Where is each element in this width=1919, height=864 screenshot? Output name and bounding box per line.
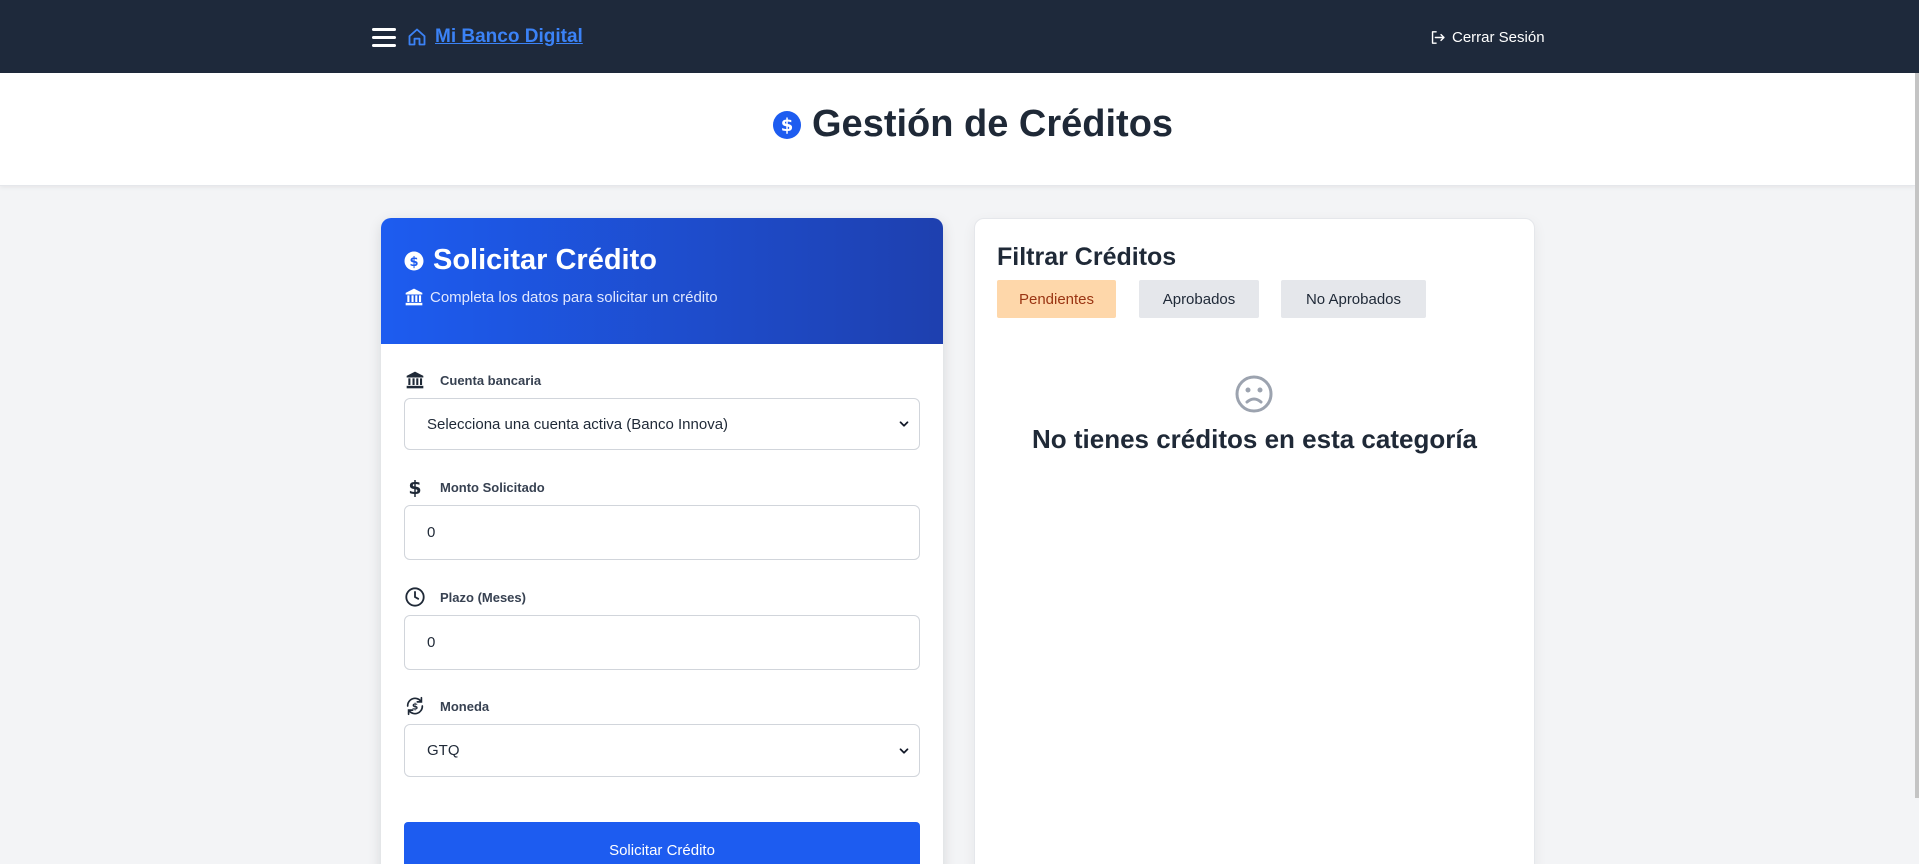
account-label: Cuenta bancaria xyxy=(404,369,541,391)
request-credit-card: $ Solicitar Crédito Completa los datos p… xyxy=(381,218,943,864)
amount-label: $ Monto Solicitado xyxy=(404,476,544,498)
svg-text:$: $ xyxy=(409,255,418,270)
clock-icon xyxy=(404,586,426,608)
sad-face-icon xyxy=(1235,375,1273,413)
term-input-value: 0 xyxy=(427,634,436,651)
home-icon xyxy=(408,28,426,46)
dollar-circle-icon: $ xyxy=(773,110,801,139)
tab-pendientes[interactable]: Pendientes xyxy=(997,280,1116,318)
logout-icon xyxy=(1431,31,1445,44)
tab-aprobados[interactable]: Aprobados xyxy=(1139,280,1259,318)
tab-no-aprobados[interactable]: No Aprobados xyxy=(1281,280,1426,318)
chevron-down-icon xyxy=(899,747,909,754)
amount-input-value: 0 xyxy=(427,524,436,541)
empty-message: No tienes créditos en esta categoría xyxy=(1031,424,1478,454)
term-input[interactable]: 0 xyxy=(404,615,920,670)
dollar-circle-icon: $ xyxy=(404,251,424,270)
request-card-subtitle: Completa los datos para solicitar un cré… xyxy=(404,287,920,307)
logout-button[interactable]: Cerrar Sesión xyxy=(1429,29,1545,46)
bank-icon xyxy=(405,288,423,306)
svg-text:$: $ xyxy=(412,702,418,713)
top-navbar: Mi Banco Digital Cerrar Sesión xyxy=(0,0,1919,73)
menu-icon[interactable] xyxy=(372,28,396,48)
filter-credits-card: Filtrar Créditos Pendientes Aprobados No… xyxy=(974,218,1535,864)
currency-select-value: GTQ xyxy=(427,742,460,759)
page-title-text: Gestión de Créditos xyxy=(812,103,1174,145)
logout-label: Cerrar Sesión xyxy=(1452,29,1545,46)
amount-input[interactable]: 0 xyxy=(404,505,920,560)
currency-label: $ Moneda xyxy=(404,695,489,717)
currency-exchange-icon: $ xyxy=(404,695,426,717)
brand-link[interactable]: Mi Banco Digital xyxy=(407,26,583,48)
account-select-value: Selecciona una cuenta activa (Banco Inno… xyxy=(427,415,729,433)
submit-credit-button[interactable]: Solicitar Crédito xyxy=(404,822,920,864)
term-label: Plazo (Meses) xyxy=(404,586,526,608)
request-card-header: $ Solicitar Crédito Completa los datos p… xyxy=(381,218,943,344)
filter-title: Filtrar Créditos xyxy=(997,243,1177,271)
currency-select[interactable]: GTQ xyxy=(404,724,920,777)
dollar-icon: $ xyxy=(404,476,426,498)
request-card-title: $ Solicitar Crédito xyxy=(404,244,920,277)
request-card-title-text: Solicitar Crédito xyxy=(433,244,657,276)
request-card-subtitle-text: Completa los datos para solicitar un cré… xyxy=(430,288,718,306)
bank-icon xyxy=(404,369,426,391)
chevron-down-icon xyxy=(899,421,909,427)
page-title: $ Gestión de Créditos xyxy=(772,103,1173,146)
brand-name[interactable]: Mi Banco Digital xyxy=(435,26,583,48)
svg-text:$: $ xyxy=(781,115,794,136)
scrollbar[interactable] xyxy=(1915,73,1919,798)
account-select[interactable]: Selecciona una cuenta activa (Banco Inno… xyxy=(404,398,920,450)
page-header: $ Gestión de Créditos xyxy=(0,73,1915,186)
svg-text:$: $ xyxy=(408,477,421,498)
